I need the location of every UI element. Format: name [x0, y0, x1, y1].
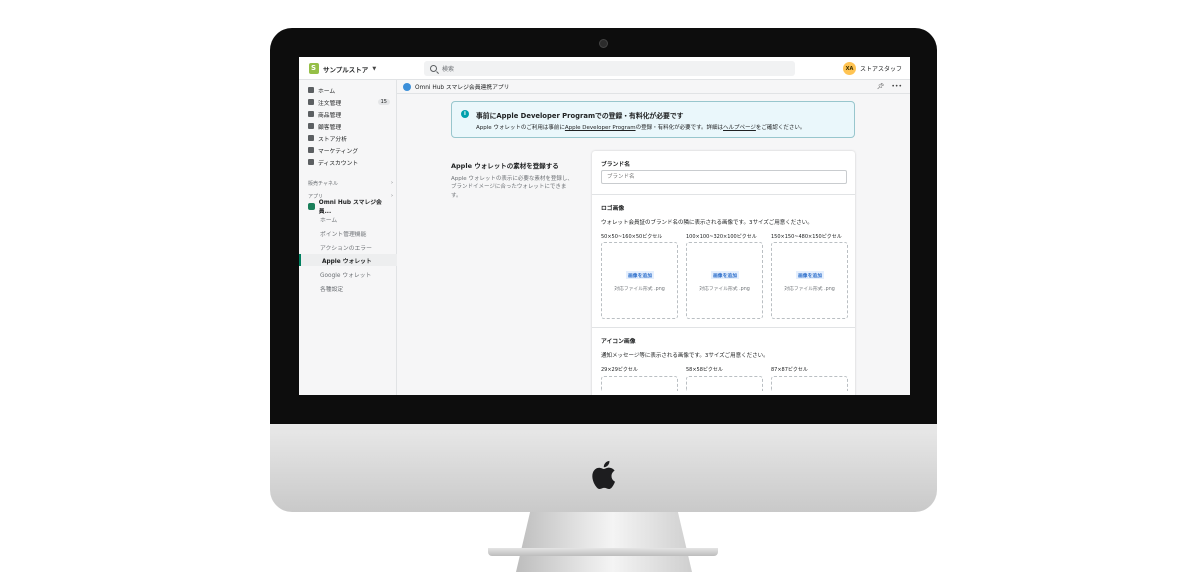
sub-item-google-wallet[interactable]: Google ウォレット	[320, 268, 371, 280]
icon-help-text: 通知メッセージ等に表示される画像です。3サイズご用意ください。	[601, 353, 769, 359]
sidebar-item-label: ディスカウント	[318, 160, 359, 167]
file-format-hint: 対応ファイル形式 .png	[784, 287, 835, 292]
marketing-icon	[308, 147, 314, 153]
monitor-chin	[270, 424, 937, 512]
search-bar[interactable]: 検索	[424, 61, 795, 76]
section-label: 販売チャネル	[308, 181, 338, 187]
file-format-hint: 対応ファイル形式 .png	[614, 287, 665, 292]
sidebar-item-analytics[interactable]: ストア分析	[308, 133, 392, 143]
sidebar-item-marketing[interactable]: マーケティング	[308, 145, 392, 155]
shopify-bag-icon	[309, 63, 319, 74]
logo-size-label: 150×150~480×150ピクセル	[771, 234, 842, 240]
user-menu[interactable]: XA ストアスタッフ	[842, 62, 902, 75]
section-description: Apple ウォレットの表示に必要な素材を登録し、ブランドイメージに合ったウォレ…	[451, 176, 573, 199]
sidebar-item-customers[interactable]: 顧客管理	[308, 121, 392, 131]
icon-size-label: 58×58ピクセル	[686, 367, 723, 373]
app-logo-icon	[403, 82, 411, 91]
divider	[592, 194, 855, 195]
tag-icon	[308, 111, 314, 117]
apple-logo-icon	[592, 460, 615, 490]
more-actions-button[interactable]: •••	[891, 83, 902, 90]
sidebar-app-omni-hub[interactable]: Omni Hub スマレジ会員...	[308, 200, 392, 215]
store-switcher[interactable]: サンプルストア ▼	[309, 63, 376, 74]
imac-frame: サンプルストア ▼ 検索 XA ストアスタッフ ホーム	[270, 28, 937, 572]
sidebar-item-discounts[interactable]: ディスカウント	[308, 157, 392, 167]
section-heading: Apple ウォレットの素材を登録する	[451, 162, 559, 170]
add-image-button[interactable]: 画像を追加	[711, 271, 739, 279]
pin-icon[interactable]: 📌︎	[877, 83, 885, 90]
icon-dropzone-small[interactable]	[601, 376, 678, 391]
logo-size-label: 50×50~160×50ピクセル	[601, 234, 663, 240]
sub-item-action-errors[interactable]: アクションのエラー	[320, 241, 372, 253]
sub-item-settings[interactable]: 各種設定	[320, 282, 343, 294]
store-name: サンプルストア	[323, 65, 369, 74]
sidebar: ホーム 注文管理 15 商品管理 顧客管理 ストア分析 マーケティング ディスカ…	[299, 80, 397, 395]
divider	[592, 327, 855, 328]
sidebar-item-home[interactable]: ホーム	[308, 85, 392, 95]
sidebar-item-label: 注文管理	[318, 100, 342, 107]
main-content: Omni Hub スマレジ会員連携アプリ 📌︎ ••• i 事前にApple D…	[397, 80, 910, 395]
icon-size-label: 87×87ピクセル	[771, 367, 808, 373]
user-name: ストアスタッフ	[859, 66, 902, 73]
icon-image-label: アイコン画像	[601, 339, 636, 345]
info-banner: i 事前にApple Developer Programでの登録・有料化が必要で…	[451, 101, 855, 138]
chevron-right-icon: ›	[391, 180, 393, 186]
banner-text-part: の登録・有料化が必要です。詳細は	[635, 125, 724, 131]
icon-dropzone-medium[interactable]	[686, 376, 763, 391]
top-bar: サンプルストア ▼ 検索 XA ストアスタッフ	[299, 57, 910, 80]
add-image-button[interactable]: 画像を追加	[796, 271, 824, 279]
brand-name-input[interactable]	[601, 170, 847, 184]
logo-dropzone-large[interactable]: 画像を追加 対応ファイル形式 .png	[771, 242, 848, 319]
sidebar-item-label: マーケティング	[318, 148, 359, 155]
icon-dropzone-large[interactable]	[771, 376, 848, 391]
logo-dropzone-medium[interactable]: 画像を追加 対応ファイル形式 .png	[686, 242, 763, 319]
avatar: XA	[842, 62, 856, 75]
icon-size-label: 29×29ピクセル	[601, 367, 638, 373]
banner-text-part: をご確認ください。	[755, 125, 806, 131]
help-page-link[interactable]: ヘルプページ	[723, 125, 756, 131]
analytics-icon	[308, 135, 314, 141]
file-format-hint: 対応ファイル形式 .png	[699, 287, 750, 292]
sidebar-item-label: 商品管理	[318, 112, 342, 119]
monitor-stand	[516, 512, 692, 572]
sub-item-apple-wallet[interactable]: Apple ウォレット	[299, 254, 397, 266]
caret-down-icon: ▼	[372, 65, 377, 72]
app-actions: 📌︎ •••	[877, 83, 902, 90]
sub-item-points[interactable]: ポイント管理機能	[320, 227, 366, 239]
sidebar-item-orders[interactable]: 注文管理 15	[308, 97, 392, 107]
app-title-bar: Omni Hub スマレジ会員連携アプリ 📌︎ •••	[397, 80, 910, 94]
sales-channels-section[interactable]: 販売チャネル ›	[308, 180, 393, 187]
screen: サンプルストア ▼ 検索 XA ストアスタッフ ホーム	[299, 57, 910, 395]
search-placeholder: 検索	[442, 66, 455, 73]
search-icon	[430, 65, 437, 72]
monitor-bezel: サンプルストア ▼ 検索 XA ストアスタッフ ホーム	[270, 28, 937, 424]
sidebar-item-products[interactable]: 商品管理	[308, 109, 392, 119]
app-title: Omni Hub スマレジ会員連携アプリ	[415, 85, 510, 91]
person-icon	[308, 123, 314, 129]
logo-help-text: ウォレット会員証のブランド名の隣に表示される画像です。3サイズご用意ください。	[601, 220, 813, 226]
banner-title: 事前にApple Developer Programでの登録・有料化が必要です	[476, 112, 684, 120]
sidebar-item-label: ストア分析	[318, 136, 347, 143]
sidebar-item-label: ホーム	[318, 88, 336, 95]
monitor-stand-base	[488, 548, 718, 556]
home-icon	[308, 87, 314, 93]
sidebar-item-label: 顧客管理	[318, 124, 342, 131]
app-icon	[308, 202, 315, 210]
orders-icon	[308, 99, 314, 105]
sub-item-home[interactable]: ホーム	[320, 213, 337, 225]
orders-count-badge: 15	[377, 99, 390, 105]
camera-icon	[599, 39, 608, 48]
discount-icon	[308, 159, 314, 165]
logo-image-label: ロゴ画像	[601, 206, 625, 212]
wallet-assets-card: ブランド名 ロゴ画像 ウォレット会員証のブランド名の隣に表示される画像です。3サ…	[592, 151, 855, 395]
banner-text: Apple ウォレットのご利用は事前にApple Developer Progr…	[476, 123, 805, 131]
logo-size-label: 100×100~320×100ピクセル	[686, 234, 757, 240]
logo-dropzone-small[interactable]: 画像を追加 対応ファイル形式 .png	[601, 242, 678, 319]
brand-name-label: ブランド名	[601, 162, 630, 168]
add-image-button[interactable]: 画像を追加	[626, 271, 654, 279]
apple-developer-link[interactable]: Apple Developer Program	[565, 125, 636, 131]
banner-text-part: Apple ウォレットのご利用は事前に	[476, 125, 565, 131]
info-icon: i	[461, 110, 469, 118]
